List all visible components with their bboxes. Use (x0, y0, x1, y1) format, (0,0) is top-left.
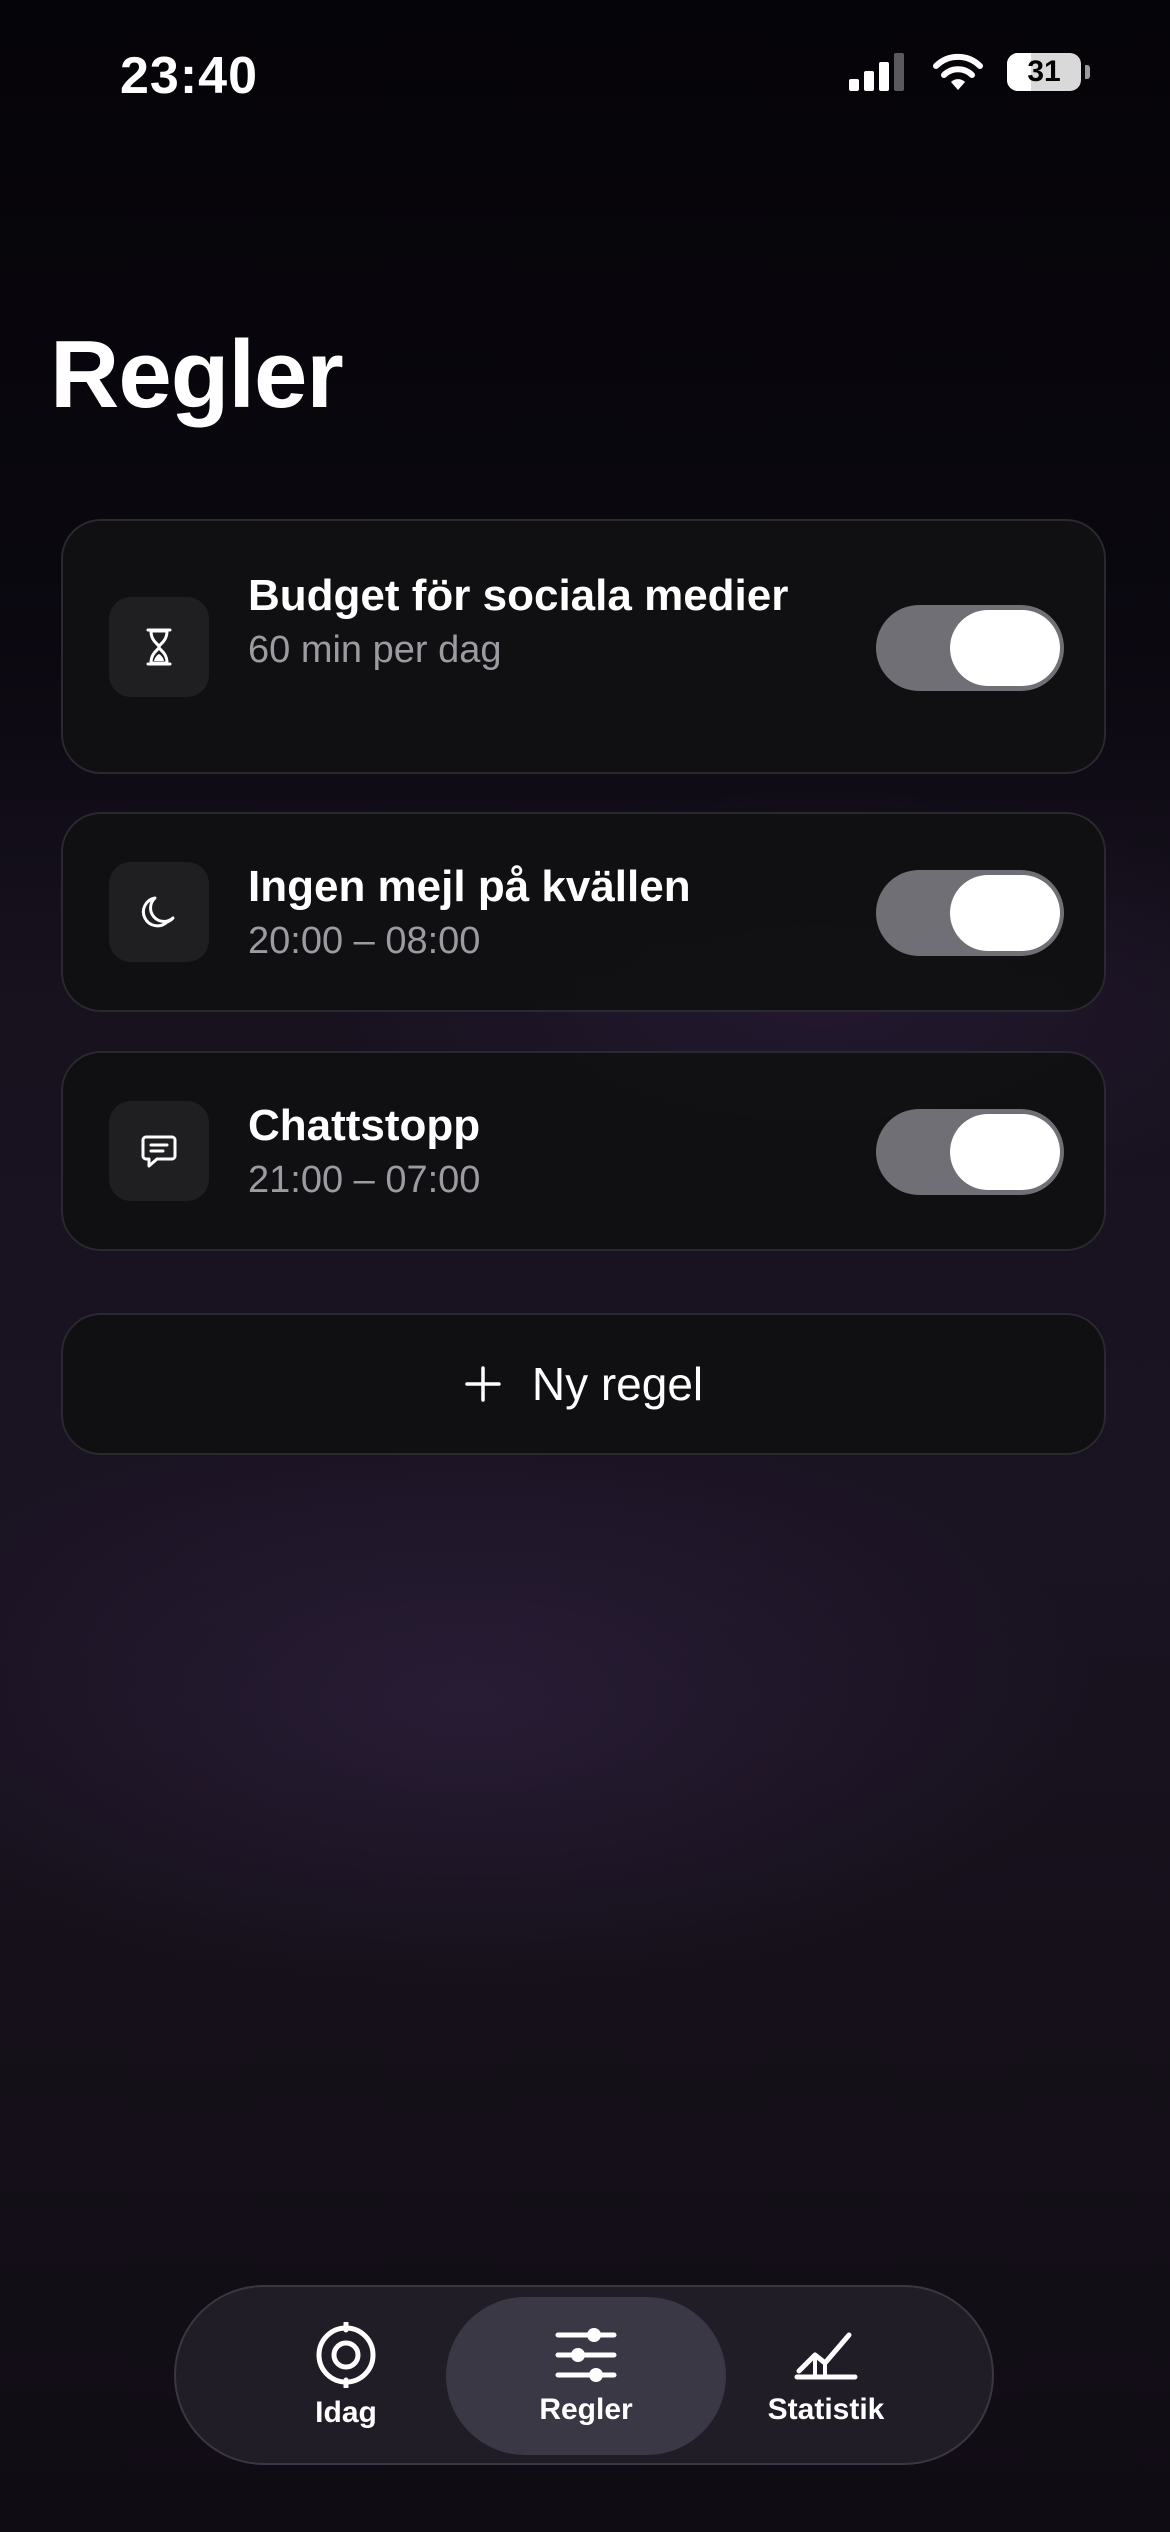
rule-text: Ingen mejl på kvällen 20:00 – 08:00 (248, 860, 848, 966)
rule-card-no-email-evening[interactable]: Ingen mejl på kvällen 20:00 – 08:00 (61, 812, 1106, 1012)
signal-icon (849, 53, 904, 91)
rule-text: Chattstopp 21:00 – 07:00 (248, 1099, 848, 1205)
rule-toggle[interactable] (876, 870, 1064, 956)
target-icon (316, 2322, 376, 2388)
tab-label: Statistik (767, 2393, 885, 2426)
rule-card-chat-stop[interactable]: Chattstopp 21:00 – 07:00 (61, 1051, 1106, 1251)
tab-label: Idag (315, 2396, 377, 2429)
new-rule-button[interactable]: Ny regel (61, 1313, 1106, 1455)
status-icons: 31 (849, 52, 1090, 92)
new-rule-label: Ny regel (531, 1358, 704, 1410)
rule-subtitle: 20:00 – 08:00 (248, 920, 481, 962)
battery-cap (1085, 65, 1090, 79)
status-time: 23:40 (120, 47, 258, 105)
tab-bar: Idag Regler Statistik (174, 2285, 994, 2465)
rule-title: Budget för sociala medier (248, 571, 789, 620)
battery-percent: 31 (1027, 55, 1061, 88)
rule-icon-box (109, 862, 209, 962)
rule-title: Chattstopp (248, 1101, 481, 1150)
rule-subtitle: 60 min per dag (248, 629, 502, 671)
page-title: Regler (50, 321, 344, 428)
plus-icon (465, 1366, 501, 1402)
tab-statistik[interactable]: Statistik (686, 2297, 966, 2455)
chat-bubble-icon (141, 1135, 177, 1168)
rule-toggle[interactable] (876, 1109, 1064, 1195)
rule-icon-box (109, 1101, 209, 1201)
rule-subtitle: 21:00 – 07:00 (248, 1159, 481, 1201)
rule-text: Budget för sociala medier 60 min per dag (248, 569, 808, 675)
battery-icon: 31 (1007, 53, 1081, 91)
rule-title: Ingen mejl på kvällen (248, 862, 691, 911)
hourglass-icon (146, 628, 172, 666)
toggle-knob (950, 875, 1060, 951)
toggle-knob (950, 610, 1060, 686)
wifi-icon (933, 53, 983, 90)
rule-icon-box (109, 597, 209, 697)
rule-toggle[interactable] (876, 605, 1064, 691)
rule-card-social-budget[interactable]: Budget för sociala medier 60 min per dag (61, 519, 1106, 774)
chart-line-icon (794, 2332, 858, 2380)
tab-idag[interactable]: Idag (206, 2297, 486, 2455)
moon-icon (141, 896, 175, 928)
status-bar: 23:40 31 (0, 0, 1170, 150)
sliders-icon (555, 2328, 617, 2382)
tab-label: Regler (539, 2393, 633, 2426)
toggle-knob (950, 1114, 1060, 1190)
tab-regler[interactable]: Regler (446, 2297, 726, 2455)
